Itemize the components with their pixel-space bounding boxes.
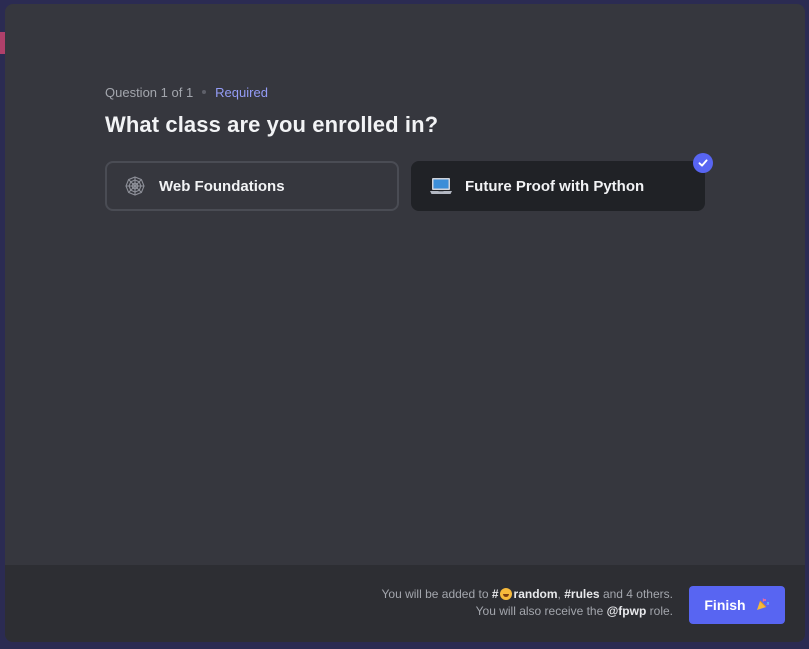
finish-label: Finish [704,597,746,613]
question-section: Question 1 of 1 Required What class are … [105,84,715,211]
option-web-foundations[interactable]: Web Foundations [105,161,399,211]
laptop-icon [429,174,453,198]
star-struck-emoji-icon [499,588,512,600]
option-label: Future Proof with Python [465,177,645,195]
option-future-proof-python[interactable]: Future Proof with Python [411,153,713,211]
separator-dot [202,90,207,94]
separator-comma: , [557,587,561,601]
question-meta: Question 1 of 1 Required [105,84,715,100]
role-mention[interactable]: @fpwp [607,604,647,618]
channel-rules[interactable]: #rules [564,587,599,601]
required-label: Required [215,84,268,100]
spider-web-icon [123,174,147,198]
channel-random[interactable]: # random [492,587,558,601]
channel-hash: # [491,587,499,601]
finish-button[interactable]: Finish [689,586,785,624]
channel-random-name: random [513,587,558,601]
options-list: Web Foundations Future Proof with Python [105,153,715,211]
footer-note: You will be added to # random, #rules and… [373,586,673,620]
party-popper-icon [756,597,770,614]
question-title: What class are you enrolled in? [105,112,439,137]
modal-footer: You will be added to # random, #rules and… [5,565,805,642]
option-label: Web Foundations [159,177,285,195]
question-progress: Question 1 of 1 [105,84,194,100]
note-suffix: role. [649,604,673,618]
selected-check-icon [693,153,713,173]
note-prefix: You will be added to [381,587,489,601]
onboarding-modal: Question 1 of 1 Required What class are … [5,4,805,642]
